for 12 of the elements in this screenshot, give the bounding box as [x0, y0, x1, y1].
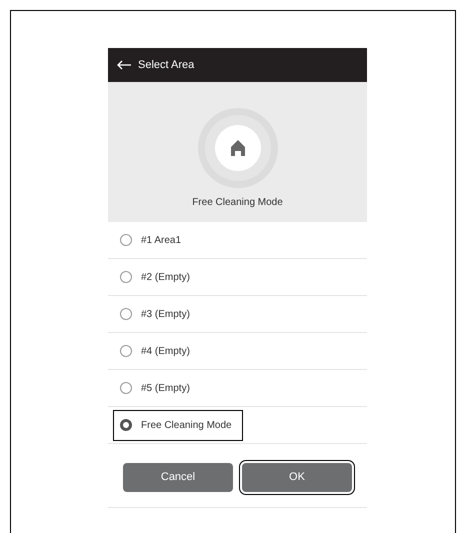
dialog-button[interactable]: OK [242, 463, 352, 492]
screen-title: Select Area [138, 58, 194, 73]
home-icon [198, 108, 278, 188]
mode-label: Free Cleaning Mode [192, 196, 283, 210]
radio-option[interactable]: #5 (Empty) [113, 372, 201, 404]
radio-option[interactable]: Free Cleaning Mode [113, 410, 243, 440]
radio-option[interactable]: #3 (Empty) [113, 298, 201, 330]
radio-option[interactable]: #2 (Empty) [113, 262, 201, 292]
radio-option[interactable]: #1 Area1 [113, 224, 192, 256]
dialog-button[interactable]: Cancel [123, 463, 233, 492]
radio-option[interactable]: #4 (Empty) [113, 336, 201, 366]
back-arrow-icon[interactable] [116, 60, 132, 70]
